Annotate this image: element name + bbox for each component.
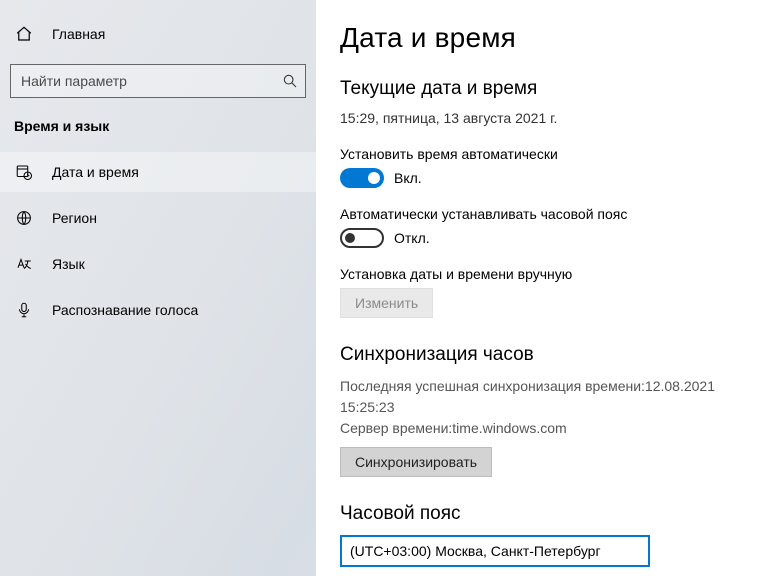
auto-timezone-state: Откл.: [394, 230, 430, 246]
auto-time-label: Установить время автоматически: [340, 146, 740, 162]
auto-timezone-toggle[interactable]: [340, 228, 384, 248]
page-title: Дата и время: [340, 22, 740, 54]
timezone-heading: Часовой пояс: [340, 503, 740, 525]
current-datetime-value: 15:29, пятница, 13 августа 2021 г.: [340, 110, 740, 126]
language-icon: [14, 254, 34, 274]
microphone-icon: [14, 300, 34, 320]
timezone-select[interactable]: (UTC+03:00) Москва, Санкт-Петербург: [340, 535, 650, 567]
sidebar-item-speech[interactable]: Распознавание голоса: [0, 290, 316, 330]
settings-sidebar: Главная Время и язык Дата и время Регион…: [0, 0, 316, 576]
search-input[interactable]: [10, 64, 306, 98]
sidebar-category-label: Время и язык: [0, 112, 316, 152]
sync-server: Сервер времени:time.windows.com: [340, 418, 740, 439]
sync-now-button[interactable]: Синхронизировать: [340, 447, 492, 477]
home-icon: [14, 24, 34, 44]
globe-icon: [14, 208, 34, 228]
sidebar-item-label: Распознавание голоса: [52, 302, 198, 318]
auto-time-state: Вкл.: [394, 170, 422, 186]
sidebar-item-language[interactable]: Язык: [0, 244, 316, 284]
sidebar-item-label: Дата и время: [52, 164, 139, 180]
sync-heading: Синхронизация часов: [340, 344, 740, 366]
timezone-selected-value: (UTC+03:00) Москва, Санкт-Петербург: [350, 543, 601, 559]
current-datetime-heading: Текущие дата и время: [340, 78, 740, 100]
change-datetime-button: Изменить: [340, 288, 433, 318]
sidebar-home-label: Главная: [52, 26, 105, 42]
calendar-clock-icon: [14, 162, 34, 182]
sidebar-item-date-time[interactable]: Дата и время: [0, 152, 316, 192]
manual-set-label: Установка даты и времени вручную: [340, 266, 740, 282]
sidebar-item-label: Регион: [52, 210, 97, 226]
search-box: [10, 64, 306, 98]
auto-timezone-label: Автоматически устанавливать часовой пояс: [340, 206, 740, 222]
sidebar-home[interactable]: Главная: [0, 14, 316, 54]
sidebar-item-label: Язык: [52, 256, 85, 272]
sync-last-success: Последняя успешная синхронизация времени…: [340, 376, 740, 418]
sidebar-item-region[interactable]: Регион: [0, 198, 316, 238]
search-icon[interactable]: [282, 73, 298, 89]
content-panel: Дата и время Текущие дата и время 15:29,…: [316, 0, 760, 576]
auto-time-toggle[interactable]: [340, 168, 384, 188]
